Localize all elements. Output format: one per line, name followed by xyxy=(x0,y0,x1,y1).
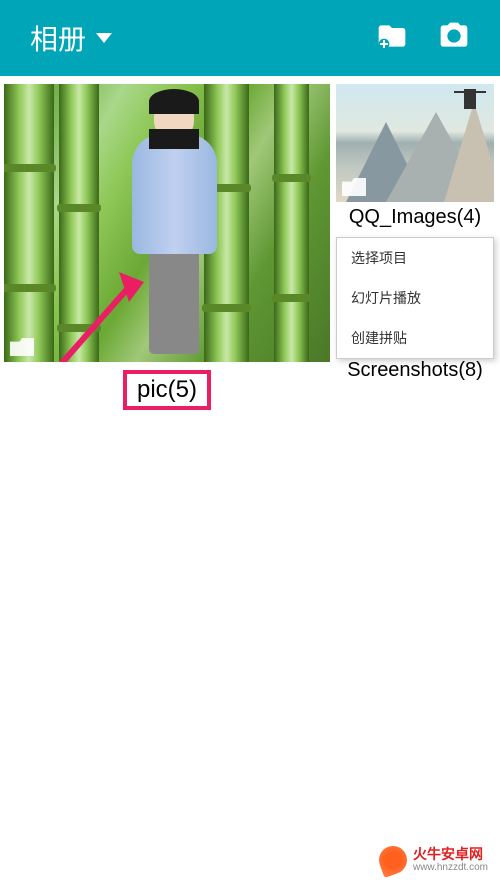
album-screenshots[interactable]: 选择项目 幻灯片播放 创建拼贴 Screenshots(8) xyxy=(336,237,494,386)
album-pic-thumbnail xyxy=(4,84,330,362)
menu-item-collage[interactable]: 创建拼贴 xyxy=(337,318,493,358)
album-screenshots-thumbnail: 选择项目 幻灯片播放 创建拼贴 xyxy=(336,237,494,355)
watermark-url: www.hnzzdt.com xyxy=(413,862,488,873)
menu-item-select[interactable]: 选择项目 xyxy=(337,238,493,278)
album-qq-images[interactable]: QQ_Images(4) xyxy=(336,84,494,233)
header-actions xyxy=(376,20,470,57)
album-screenshots-label: Screenshots(8) xyxy=(336,355,494,386)
watermark-logo-icon xyxy=(375,842,411,878)
menu-item-slideshow[interactable]: 幻灯片播放 xyxy=(337,278,493,318)
context-menu: 选择项目 幻灯片播放 创建拼贴 xyxy=(336,237,494,359)
album-pic[interactable]: pic(5) xyxy=(4,84,330,418)
app-header: 相册 xyxy=(0,0,500,76)
dropdown-icon xyxy=(96,33,112,43)
add-folder-icon[interactable] xyxy=(376,20,408,57)
album-pic-label: pic(5) xyxy=(123,370,211,410)
watermark-title: 火牛安卓网 xyxy=(413,847,488,862)
album-pic-label-container: pic(5) xyxy=(4,362,330,418)
album-qq-thumbnail xyxy=(336,84,494,202)
header-title-dropdown[interactable]: 相册 xyxy=(30,18,112,58)
header-title-text: 相册 xyxy=(30,18,86,58)
album-qq-label: QQ_Images(4) xyxy=(336,202,494,233)
watermark: 火牛安卓网 www.hnzzdt.com xyxy=(379,846,488,874)
camera-icon[interactable] xyxy=(438,20,470,57)
albums-grid: pic(5) QQ_Images(4) 选择项目 幻灯片播放 创建拼 xyxy=(0,76,500,426)
right-column: QQ_Images(4) 选择项目 幻灯片播放 创建拼贴 Screenshots… xyxy=(336,84,494,418)
